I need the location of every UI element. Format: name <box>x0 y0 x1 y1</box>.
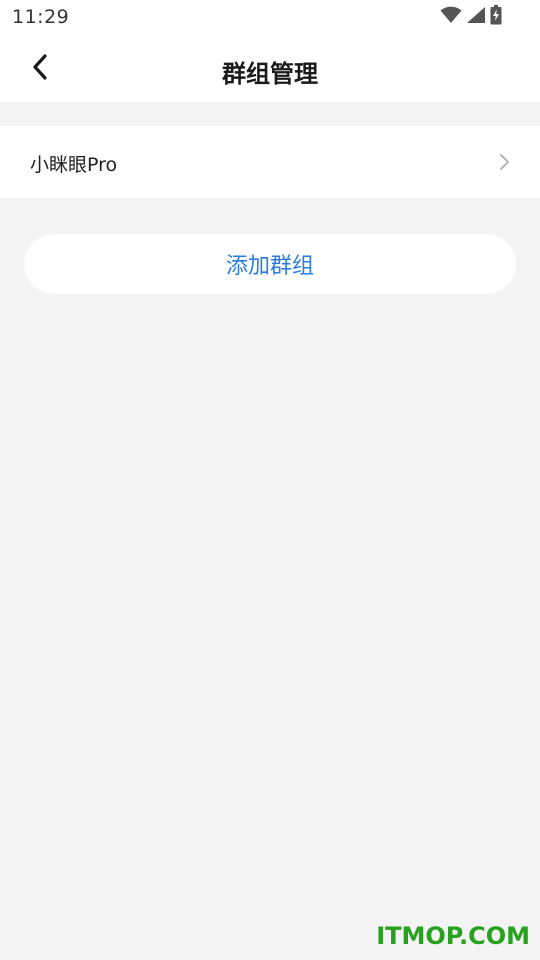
chevron-right-icon <box>498 153 510 171</box>
status-bar: 11:29 <box>0 0 540 36</box>
wifi-icon <box>440 6 462 28</box>
cellular-signal-icon <box>466 6 486 28</box>
group-item-label: 小眯眼Pro <box>30 154 118 176</box>
nav-bar: 群组管理 <box>0 36 540 102</box>
watermark-logo: ITMOP.COM <box>376 922 530 950</box>
page-title: 群组管理 <box>222 60 318 88</box>
status-time: 11:29 <box>12 6 70 28</box>
add-group-button[interactable]: 添加群组 <box>24 234 516 294</box>
status-icons <box>440 5 502 29</box>
list-item[interactable]: 小眯眼Pro <box>0 126 540 198</box>
battery-charging-icon <box>490 5 502 29</box>
group-list: 小眯眼Pro <box>0 126 540 198</box>
